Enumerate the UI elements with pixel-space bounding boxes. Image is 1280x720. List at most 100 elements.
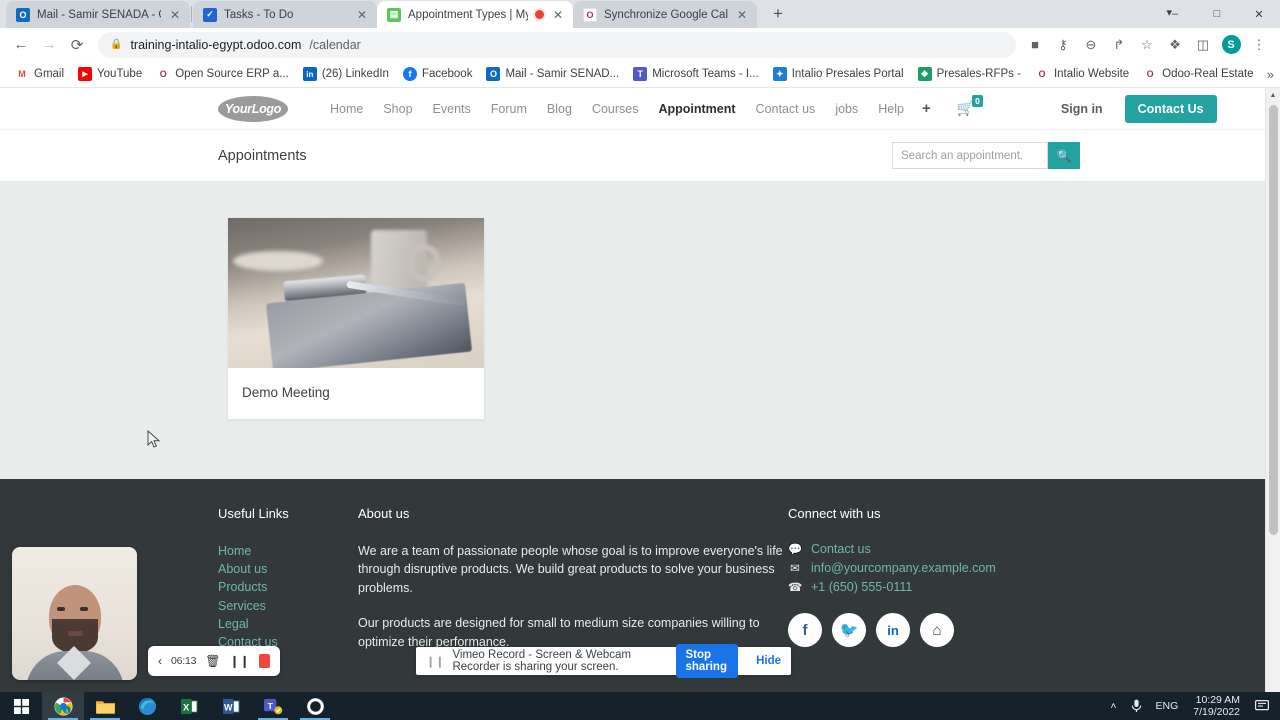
linkedin-icon[interactable]: in: [876, 613, 910, 647]
extensions-puzzle-icon[interactable]: ❖: [1162, 32, 1188, 58]
footer-email-link[interactable]: info@yourcompany.example.com: [811, 561, 996, 575]
home-icon[interactable]: ⌂: [920, 613, 954, 647]
bookmark-youtube[interactable]: ▶ YouTube: [71, 63, 149, 85]
twitter-icon[interactable]: 🐦: [832, 613, 866, 647]
taskbar-word-icon[interactable]: W: [210, 692, 252, 720]
bookmarks-overflow-icon[interactable]: »: [1267, 67, 1274, 82]
pause-icon[interactable]: ❙❙: [426, 655, 444, 668]
share-icon[interactable]: ↱: [1106, 32, 1132, 58]
taskbar-teams-icon[interactable]: T: [252, 692, 294, 720]
nav-item-contact-us[interactable]: Contact us: [746, 102, 826, 116]
search-button[interactable]: 🔍: [1048, 142, 1080, 169]
address-bar[interactable]: 🔒 training-intalio-egypt.odoo.com/calend…: [98, 31, 1016, 58]
bookmark-gmail[interactable]: M Gmail: [8, 63, 71, 85]
appointment-card-demo-meeting[interactable]: Demo Meeting: [227, 217, 485, 420]
footer-link-legal[interactable]: Legal: [218, 615, 358, 633]
stop-sharing-button[interactable]: Stop sharing: [676, 644, 739, 678]
bookmark-open-source-erp[interactable]: O Open Source ERP a...: [149, 63, 296, 85]
notification-icon[interactable]: [1248, 692, 1276, 720]
nav-add-icon[interactable]: +: [914, 100, 939, 117]
footer-link-about-us[interactable]: About us: [218, 560, 358, 578]
browser-tab-3[interactable]: O Synchronize Google Calendar wit ✕: [573, 1, 757, 28]
facebook-icon[interactable]: f: [788, 613, 822, 647]
bookmark-microsoft-teams[interactable]: T Microsoft Teams - I...: [626, 63, 766, 85]
scroll-up-icon[interactable]: ▲: [1266, 88, 1280, 103]
close-icon[interactable]: ✕: [735, 9, 749, 21]
close-icon[interactable]: ✕: [355, 9, 369, 21]
close-icon[interactable]: ✕: [168, 9, 182, 21]
cart-button[interactable]: 🛒 0: [957, 95, 983, 117]
taskbar-clock[interactable]: 10:29 AM 7/19/2022: [1185, 694, 1248, 718]
sign-in-link[interactable]: Sign in: [1061, 102, 1103, 116]
nav-item-courses[interactable]: Courses: [582, 102, 649, 116]
pause-icon[interactable]: ❙❙: [230, 654, 250, 668]
browser-tab-1[interactable]: ✓ Tasks - To Do ✕: [193, 1, 377, 28]
footer-email-row[interactable]: ✉ info@yourcompany.example.com: [788, 561, 1088, 575]
bookmark-intalio-presales-portal[interactable]: ✦ Intalio Presales Portal: [766, 63, 911, 85]
key-password-icon[interactable]: ⚷: [1050, 32, 1076, 58]
bookmark-outlook-mail[interactable]: O Mail - Samir SENAD...: [479, 63, 626, 85]
browser-tab-0[interactable]: O Mail - Samir SENADA - Outlook ✕: [6, 1, 190, 28]
stop-record-icon[interactable]: [258, 654, 270, 668]
footer-contact-row[interactable]: 💬 Contact us: [788, 542, 1088, 556]
hide-button[interactable]: Hide: [746, 655, 791, 667]
odoo-circle-icon: O: [1034, 67, 1049, 81]
reload-button[interactable]: ⟳: [64, 32, 90, 58]
outlook-icon: O: [486, 67, 501, 81]
nav-item-events[interactable]: Events: [423, 102, 481, 116]
bookmark-star-icon[interactable]: ☆: [1134, 32, 1160, 58]
taskbar-edge-icon[interactable]: [126, 692, 168, 720]
microphone-icon[interactable]: [1124, 692, 1149, 720]
nav-item-appointment[interactable]: Appointment: [648, 102, 745, 116]
taskbar-chrome-icon[interactable]: s: [42, 692, 84, 720]
footer-link-products[interactable]: Products: [218, 578, 358, 596]
svg-text:W: W: [223, 702, 232, 712]
new-tab-button[interactable]: +: [765, 1, 791, 27]
profile-avatar[interactable]: S: [1218, 32, 1244, 58]
taskbar-settings-gear-icon[interactable]: [294, 692, 336, 720]
forward-button[interactable]: →: [36, 32, 62, 58]
url-path: /calendar: [309, 37, 361, 52]
nav-item-shop[interactable]: Shop: [373, 102, 422, 116]
nav-item-home[interactable]: Home: [320, 102, 373, 116]
zoom-out-icon[interactable]: ⊖: [1078, 32, 1104, 58]
sidepanel-icon[interactable]: ◫: [1190, 32, 1216, 58]
bookmark-presales-rfps[interactable]: ❖ Presales-RFPs -: [911, 63, 1028, 85]
footer-phone-link[interactable]: +1 (650) 555-0111: [811, 580, 912, 594]
contact-us-button[interactable]: Contact Us: [1124, 94, 1217, 123]
footer-link-home[interactable]: Home: [218, 542, 358, 560]
taskbar-file-explorer-icon[interactable]: [84, 692, 126, 720]
back-button[interactable]: ←: [8, 32, 34, 58]
trash-icon[interactable]: 🗑: [205, 654, 220, 668]
bookmark-odoo-real-estate[interactable]: O Odoo-Real Estate: [1136, 63, 1260, 85]
bookmark-intalio-website[interactable]: O Intalio Website: [1028, 63, 1136, 85]
scrollbar-thumb[interactable]: [1269, 105, 1278, 535]
site-logo[interactable]: YourLogo: [218, 95, 288, 122]
search-input[interactable]: Search an appointment.: [892, 142, 1048, 169]
footer-phone-row[interactable]: ☎ +1 (650) 555-0111: [788, 580, 1088, 594]
bookmark-linkedin[interactable]: in (26) LinkedIn: [296, 63, 396, 85]
chevron-left-icon[interactable]: ‹: [158, 654, 162, 668]
close-window-button[interactable]: ✕: [1238, 0, 1280, 28]
bookmark-facebook[interactable]: f Facebook: [396, 63, 480, 85]
video-record-icon[interactable]: ■: [1022, 32, 1048, 58]
nav-item-help[interactable]: Help: [868, 102, 914, 116]
bookmark-label: Intalio Presales Portal: [791, 68, 904, 80]
three-dot-menu-icon[interactable]: ⋮: [1246, 32, 1272, 58]
language-indicator[interactable]: ENG: [1149, 692, 1186, 720]
maximize-button[interactable]: □: [1196, 0, 1238, 28]
windows-start-icon[interactable]: [0, 692, 42, 720]
nav-item-forum[interactable]: Forum: [481, 102, 537, 116]
nav-item-jobs[interactable]: jobs: [825, 102, 868, 116]
minimize-button[interactable]: –: [1154, 0, 1196, 28]
footer-link-services[interactable]: Services: [218, 597, 358, 615]
nav-item-blog[interactable]: Blog: [537, 102, 582, 116]
vertical-scrollbar[interactable]: ▲: [1265, 88, 1280, 692]
recording-timer: 06:13: [171, 655, 197, 667]
close-icon[interactable]: ✕: [551, 9, 565, 21]
taskbar-excel-icon[interactable]: X: [168, 692, 210, 720]
webcam-overlay[interactable]: [12, 547, 137, 680]
tray-chevron-up-icon[interactable]: ˄: [1103, 692, 1123, 720]
footer-contact-link[interactable]: Contact us: [811, 542, 871, 556]
browser-tab-2[interactable]: ▤ Appointment Types | My We ✕: [377, 1, 573, 28]
